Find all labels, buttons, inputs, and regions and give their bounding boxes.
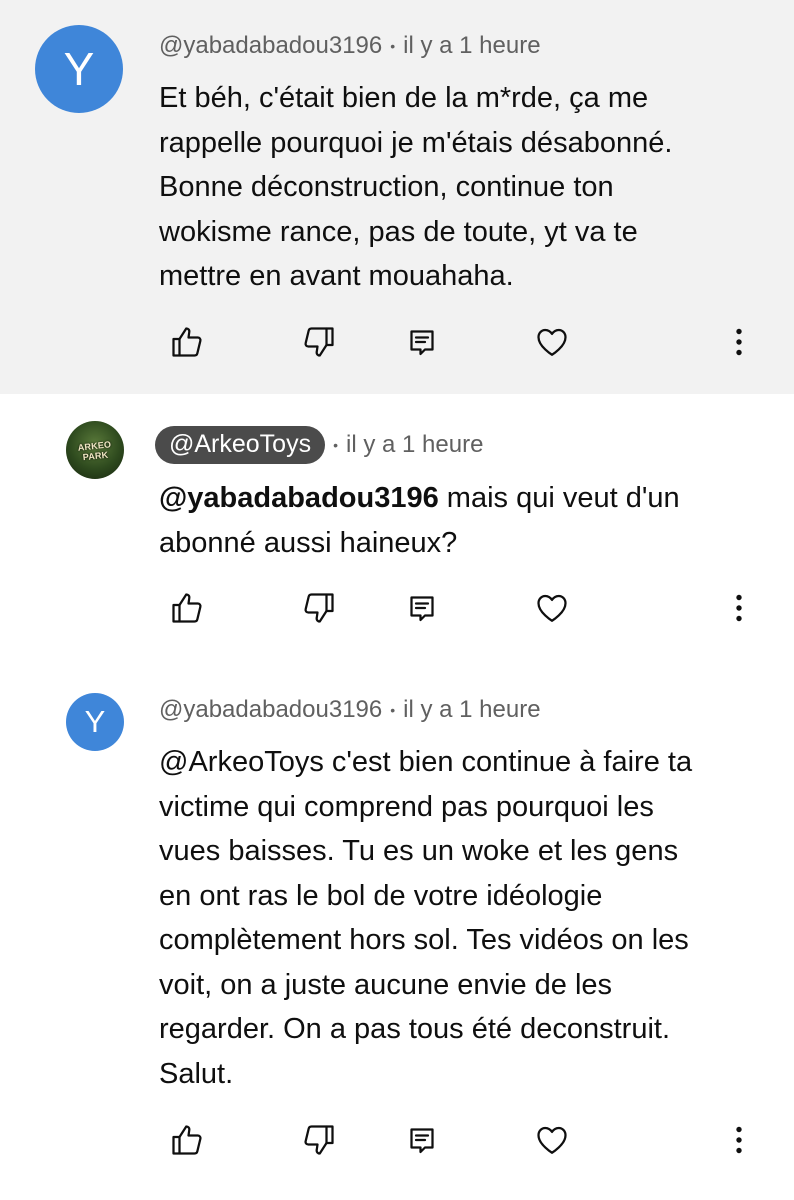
heart-button[interactable] bbox=[530, 320, 574, 364]
comment-actions bbox=[0, 586, 794, 636]
more-vertical-icon bbox=[736, 1126, 742, 1154]
reply-comment: Y @yabadabadou3196 • il y a 1 heure @Ark… bbox=[0, 666, 794, 1200]
more-vertical-icon bbox=[736, 328, 742, 356]
thumbs-up-icon bbox=[172, 1125, 202, 1155]
meta-separator: • bbox=[390, 702, 396, 718]
reply-button[interactable] bbox=[400, 1118, 444, 1162]
comment-highlighted: Y @yabadabadou3196 • il y a 1 heure Et b… bbox=[0, 0, 794, 394]
heart-icon bbox=[537, 1126, 567, 1154]
author-handle-chip[interactable]: @ArkeoToys bbox=[155, 426, 326, 464]
meta-separator: • bbox=[390, 38, 396, 54]
timestamp: il y a 1 heure bbox=[346, 431, 484, 458]
like-button[interactable] bbox=[165, 586, 209, 630]
thumbs-up-icon bbox=[172, 593, 202, 623]
dislike-button[interactable] bbox=[297, 320, 341, 364]
mention-link[interactable]: @yabadabadou3196 bbox=[159, 482, 439, 514]
thumbs-down-icon bbox=[304, 593, 334, 623]
heart-icon bbox=[537, 328, 567, 356]
reply-button[interactable] bbox=[400, 320, 444, 364]
timestamp: il y a 1 heure bbox=[403, 32, 541, 59]
comment-text: @ArkeoToys c'est bien continue à faire t… bbox=[159, 746, 693, 1090]
timestamp: il y a 1 heure bbox=[403, 696, 541, 723]
thumbs-up-icon bbox=[172, 327, 202, 357]
more-vertical-icon bbox=[736, 594, 742, 622]
avatar[interactable]: Y bbox=[66, 693, 124, 751]
thumbs-down-icon bbox=[304, 1125, 334, 1155]
like-button[interactable] bbox=[165, 1118, 209, 1162]
comment-actions bbox=[0, 1118, 794, 1168]
reply-button[interactable] bbox=[400, 586, 444, 630]
reply-icon bbox=[410, 1128, 434, 1154]
avatar-logo-text: ARKEO PARK bbox=[77, 439, 112, 463]
dislike-button[interactable] bbox=[297, 1118, 341, 1162]
more-options-button[interactable] bbox=[717, 586, 761, 630]
dislike-button[interactable] bbox=[297, 586, 341, 630]
comment-meta: @yabadabadou3196 • il y a 1 heure bbox=[159, 32, 541, 60]
reply-icon bbox=[410, 330, 434, 356]
comment-text: Et béh, c'était bien de la m*rde, ça me … bbox=[159, 82, 673, 292]
thumbs-down-icon bbox=[304, 327, 334, 357]
heart-button[interactable] bbox=[530, 1118, 574, 1162]
heart-icon bbox=[537, 594, 567, 622]
author-handle[interactable]: @yabadabadou3196 bbox=[159, 696, 382, 724]
reply-comment: ARKEO PARK @ArkeoToys • il y a 1 heure @… bbox=[0, 394, 794, 666]
comment-actions bbox=[0, 320, 794, 370]
meta-separator: • bbox=[333, 437, 338, 453]
avatar[interactable]: ARKEO PARK bbox=[66, 421, 124, 479]
like-button[interactable] bbox=[165, 320, 209, 364]
comment-meta: @yabadabadou3196 • il y a 1 heure bbox=[159, 696, 541, 724]
author-handle[interactable]: @yabadabadou3196 bbox=[159, 32, 382, 60]
reply-icon bbox=[410, 596, 434, 622]
more-options-button[interactable] bbox=[717, 1118, 761, 1162]
comment-text: @yabadabadou3196 mais qui veut d'un abon… bbox=[159, 476, 769, 565]
comment-meta: @ArkeoToys • il y a 1 heure bbox=[155, 426, 483, 464]
more-options-button[interactable] bbox=[717, 320, 761, 364]
avatar[interactable]: Y bbox=[35, 25, 123, 113]
heart-button[interactable] bbox=[530, 586, 574, 630]
